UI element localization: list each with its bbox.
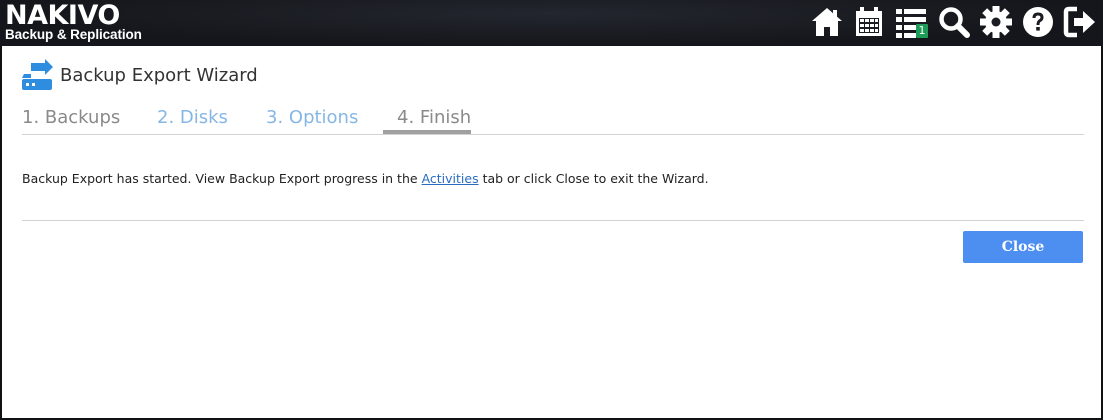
help-icon[interactable]: [1021, 5, 1055, 39]
activities-link[interactable]: Activities: [422, 171, 479, 186]
wizard-title: Backup Export Wizard: [60, 65, 258, 86]
activities-count-badge: 1: [916, 24, 928, 38]
close-button[interactable]: Close: [963, 231, 1083, 263]
footer-divider: [22, 220, 1084, 221]
wizard-dialog: Backup Export Wizard 1. Backups 2. Disks…: [0, 46, 1103, 420]
steps-divider: [22, 134, 1084, 135]
nakivo-logo[interactable]: NAKIVO Backup & Replication: [5, 2, 142, 42]
step-options[interactable]: 3. Options: [266, 107, 358, 129]
logout-icon[interactable]: [1063, 5, 1097, 39]
status-message: Backup Export has started. View Backup E…: [22, 171, 709, 186]
backup-export-icon: [21, 59, 53, 93]
step-disks[interactable]: 2. Disks: [157, 107, 228, 129]
gear-icon[interactable]: [979, 5, 1013, 39]
top-bar: NAKIVO Backup & Replication 1: [0, 0, 1103, 46]
step-finish: 4. Finish: [397, 107, 472, 128]
logo-brand-name: NAKIVO: [5, 0, 120, 31]
calendar-icon[interactable]: [852, 5, 886, 39]
logo-subtitle: Backup & Replication: [5, 27, 142, 42]
step-backups[interactable]: 1. Backups: [22, 107, 120, 129]
home-icon[interactable]: [810, 5, 844, 39]
search-icon[interactable]: [937, 5, 971, 39]
activities-list-icon[interactable]: 1: [894, 5, 928, 39]
message-text-before: Backup Export has started. View Backup E…: [22, 171, 422, 186]
message-text-after: tab or click Close to exit the Wizard.: [478, 171, 709, 186]
